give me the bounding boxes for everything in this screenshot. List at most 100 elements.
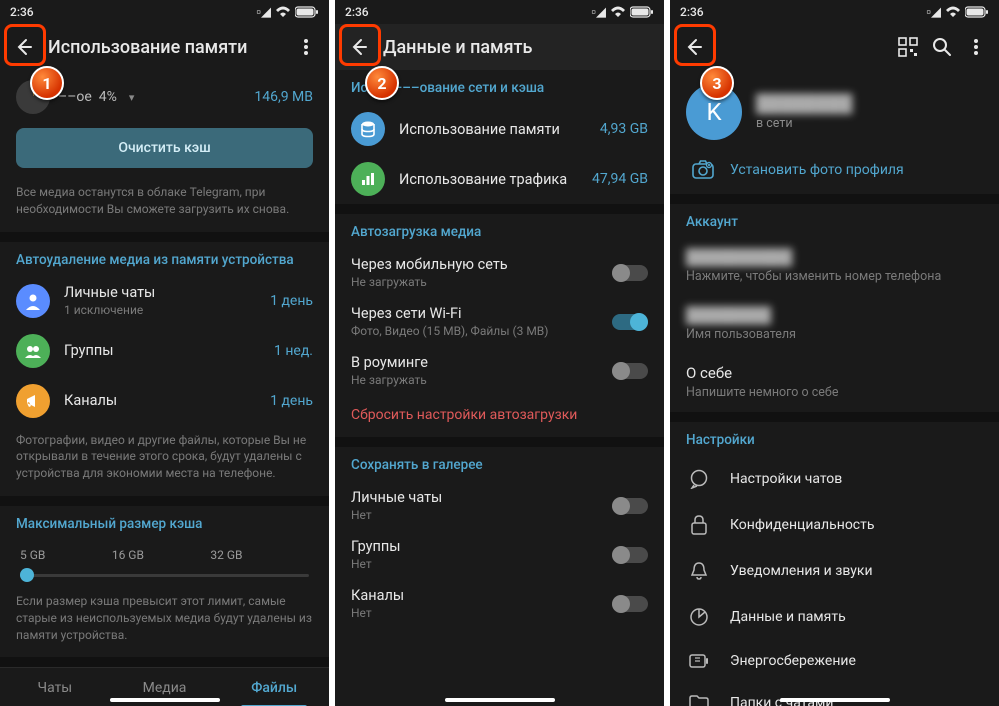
toggle-mobile[interactable] (612, 265, 648, 281)
signal-icon: ▫◢ (256, 4, 271, 20)
qr-button[interactable] (891, 30, 925, 64)
autoload-wifi-row[interactable]: Через сети Wi-FiФото, Видео (15 MB), Фай… (335, 297, 664, 346)
status-bar: 2:36 ▫◢ (335, 0, 664, 24)
status-icons: ▫◢ (926, 4, 989, 20)
account-header: Аккаунт (670, 204, 999, 238)
content: K ████████ в сети Установить фото профил… (670, 70, 999, 706)
traffic-usage-row[interactable]: Использование трафика 47,94 GB (335, 154, 664, 204)
profile-name: ████████ (756, 94, 852, 114)
gallery-header: Сохранять в галерее (335, 447, 664, 481)
autodelete-hint: Фотографии, видео и другие файлы, которы… (0, 426, 329, 496)
group-icon (16, 334, 50, 368)
battery-icon (630, 6, 654, 18)
status-bar: 2:36 ▫◢ (0, 0, 329, 24)
status-time: 2:36 (10, 5, 34, 19)
settings-chats[interactable]: Настройки чатов (670, 456, 999, 502)
piechart-icon (686, 607, 712, 627)
slider-thumb[interactable] (20, 568, 34, 582)
used-label: ––ое 4% (58, 89, 117, 105)
more-button[interactable] (959, 30, 993, 64)
phone-row[interactable]: ██████████ Нажмите, чтобы изменить номер… (670, 238, 999, 296)
maxcache-hint: Если размер кэша превысит этот лимит, са… (0, 587, 329, 657)
status-time: 2:36 (345, 5, 369, 19)
set-photo-row[interactable]: Установить фото профиля (670, 150, 999, 194)
app-bar: Использование памяти 1 (0, 24, 329, 70)
megaphone-icon (16, 384, 50, 418)
battery2-icon (686, 654, 712, 668)
search-button[interactable] (925, 30, 959, 64)
storage-size: 146,9 MB (254, 89, 313, 105)
content: ––ое 4% ▾ 146,9 MB Очистить кэш Все меди… (0, 70, 329, 706)
camera-icon (686, 160, 720, 180)
person-icon (16, 284, 50, 318)
gallery-channels-row[interactable]: КаналыНет (335, 579, 664, 628)
gallery-groups-row[interactable]: ГруппыНет (335, 530, 664, 579)
battery-icon (295, 6, 319, 18)
settings-data[interactable]: Данные и память (670, 594, 999, 640)
autoload-roaming-row[interactable]: В роумингеНе загружать (335, 346, 664, 395)
tab-files[interactable]: Файлы (219, 668, 329, 706)
autodelete-row-groups[interactable]: Группы 1 нед. (0, 326, 329, 376)
phone-screen-1: 2:36 ▫◢ Использование памяти 1 ––ое 4% ▾ (0, 0, 329, 706)
more-vert-icon (304, 39, 308, 55)
toggle-gallery-groups[interactable] (612, 547, 648, 563)
home-indicator[interactable] (110, 698, 220, 702)
storage-usage-row[interactable]: Использование памяти 4,93 GB (335, 104, 664, 154)
settings-header: Настройки (670, 422, 999, 456)
arrow-left-icon (684, 37, 704, 57)
toggle-gallery-private[interactable] (612, 498, 648, 514)
maxcache-header: Максимальный размер кэша (0, 506, 329, 540)
arrow-left-icon (14, 37, 34, 57)
arrow-left-icon (349, 37, 369, 57)
settings-privacy[interactable]: Конфиденциальность (670, 502, 999, 548)
status-time: 2:36 (680, 5, 704, 19)
home-indicator[interactable] (780, 698, 890, 702)
page-title: Использование памяти (48, 37, 289, 58)
database-icon (351, 112, 385, 146)
more-button[interactable] (289, 30, 323, 64)
toggle-wifi[interactable] (612, 314, 648, 330)
gallery-private-row[interactable]: Личные чатыНет (335, 481, 664, 530)
status-icons: ▫◢ (591, 4, 654, 20)
reset-autoload-link[interactable]: Сбросить настройки автозагрузки (335, 395, 664, 437)
folder-icon (686, 695, 712, 706)
toggle-roaming[interactable] (612, 363, 648, 379)
toggle-gallery-channels[interactable] (612, 596, 648, 612)
wifi-icon (275, 6, 291, 18)
signal-icon: ▫◢ (926, 4, 941, 20)
search-icon (932, 37, 952, 57)
phone-screen-3: 2:36 ▫◢ 3 K ████████ в сети (670, 0, 999, 706)
settings-folders[interactable]: Папки с чатами (670, 682, 999, 706)
chevron-down-icon: ▾ (129, 91, 135, 104)
wifi-icon (610, 6, 626, 18)
settings-notifications[interactable]: Уведомления и звуки (670, 548, 999, 594)
back-button[interactable] (676, 29, 712, 65)
autodelete-header: Автоудаление медиа из памяти устройства (0, 242, 329, 276)
app-bar: 3 (670, 24, 999, 70)
content: Ис––––––ование сети и кэша Использование… (335, 70, 664, 706)
back-button[interactable] (341, 29, 377, 65)
step-badge-3: 3 (700, 66, 734, 100)
username-row[interactable]: ████████ Имя пользователя (670, 296, 999, 354)
autoload-mobile-row[interactable]: Через мобильную сетьНе загружать (335, 248, 664, 297)
wifi-icon (945, 6, 961, 18)
settings-powersaving[interactable]: Энергосбережение (670, 640, 999, 682)
signal-icon: ▫◢ (591, 4, 606, 20)
profile-status: в сети (756, 116, 852, 131)
cache-slider[interactable] (20, 574, 309, 577)
phone-screen-2: 2:36 ▫◢ Данные и память 2 Ис––––––ование… (335, 0, 664, 706)
tab-chats[interactable]: Чаты (0, 668, 110, 706)
back-button[interactable] (6, 29, 42, 65)
bio-row[interactable]: О себе Напишите немного о себе (670, 354, 999, 412)
home-indicator[interactable] (445, 698, 555, 702)
autoload-header: Автозагрузка медиа (335, 214, 664, 248)
lock-icon (686, 515, 712, 535)
slider-labels: 5 GB 16 GB 32 GB (0, 540, 329, 568)
bell-icon (686, 561, 712, 581)
autodelete-row-channels[interactable]: Каналы 1 день (0, 376, 329, 426)
autodelete-row-private[interactable]: Личные чаты1 исключение 1 день (0, 276, 329, 326)
step-badge-2: 2 (365, 66, 399, 100)
clear-cache-button[interactable]: Очистить кэш (16, 128, 313, 168)
chat-icon (686, 469, 712, 489)
qr-icon (898, 37, 918, 57)
